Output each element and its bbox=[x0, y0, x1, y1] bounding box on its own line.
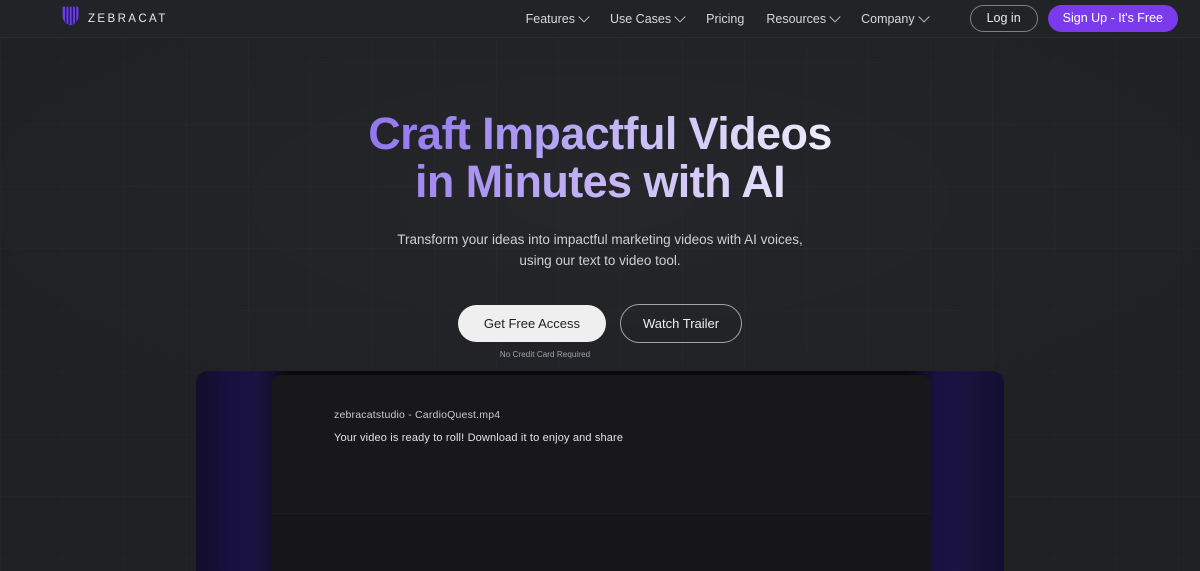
site-header: ZEBRACAT Features Use Cases Pricing Reso… bbox=[0, 0, 1200, 38]
video-filename-label: zebracatstudio - CardioQuest.mp4 bbox=[334, 409, 501, 421]
get-free-access-button[interactable]: Get Free Access bbox=[457, 305, 606, 343]
video-player-panel[interactable]: zebracatstudio - CardioQuest.mp4 Your vi… bbox=[272, 375, 930, 571]
nav-label-use-cases: Use Cases bbox=[609, 11, 672, 26]
brand-logo-link[interactable]: ZEBRACAT bbox=[62, 6, 168, 31]
nav-item-use-cases[interactable]: Use Cases bbox=[609, 10, 686, 26]
header-actions: Log in Sign Up - It's Free bbox=[969, 5, 1178, 32]
nav-item-company[interactable]: Company bbox=[861, 10, 930, 26]
chevron-down-icon bbox=[674, 10, 686, 23]
nav-label-resources: Resources bbox=[766, 11, 827, 26]
nav-label-features: Features bbox=[525, 11, 575, 26]
video-status-message: Your video is ready to roll! Download it… bbox=[334, 432, 624, 444]
nav-label-company: Company bbox=[861, 11, 915, 26]
hero-cta-row: Get Free Access Watch Trailer bbox=[0, 304, 1200, 344]
hero-section: Craft Impactful Videos in Minutes with A… bbox=[0, 38, 1200, 359]
main-navigation: Features Use Cases Pricing Resources Com… bbox=[526, 5, 1178, 32]
chevron-down-icon bbox=[578, 10, 590, 23]
hero-subtitle-line-1: Transform your ideas into impactful mark… bbox=[397, 232, 803, 248]
zebracat-shield-icon bbox=[62, 6, 79, 31]
nav-item-features[interactable]: Features bbox=[525, 10, 590, 26]
chevron-down-icon bbox=[829, 10, 841, 23]
nav-item-resources[interactable]: Resources bbox=[766, 10, 841, 26]
page-title: Craft Impactful Videos in Minutes with A… bbox=[0, 110, 1200, 205]
nav-label-pricing: Pricing bbox=[706, 11, 745, 26]
signup-button[interactable]: Sign Up - It's Free bbox=[1047, 5, 1178, 32]
headline-line-2: in Minutes with AI bbox=[0, 157, 1200, 206]
hero-subtitle-line-2: using our text to video tool. bbox=[519, 253, 681, 269]
headline-line-1: Craft Impactful Videos bbox=[0, 110, 1200, 158]
brand-name: ZEBRACAT bbox=[88, 12, 168, 25]
watch-trailer-button[interactable]: Watch Trailer bbox=[620, 304, 743, 344]
video-showcase-frame: zebracatstudio - CardioQuest.mp4 Your vi… bbox=[196, 371, 1004, 571]
nav-item-pricing[interactable]: Pricing bbox=[706, 12, 744, 26]
hero-subtitle: Transform your ideas into impactful mark… bbox=[0, 230, 1200, 272]
chevron-down-icon bbox=[917, 10, 930, 23]
no-credit-card-note: No Credit Card Required bbox=[499, 350, 591, 360]
video-player-controls-bar[interactable] bbox=[272, 513, 930, 571]
login-button[interactable]: Log in bbox=[969, 5, 1038, 32]
